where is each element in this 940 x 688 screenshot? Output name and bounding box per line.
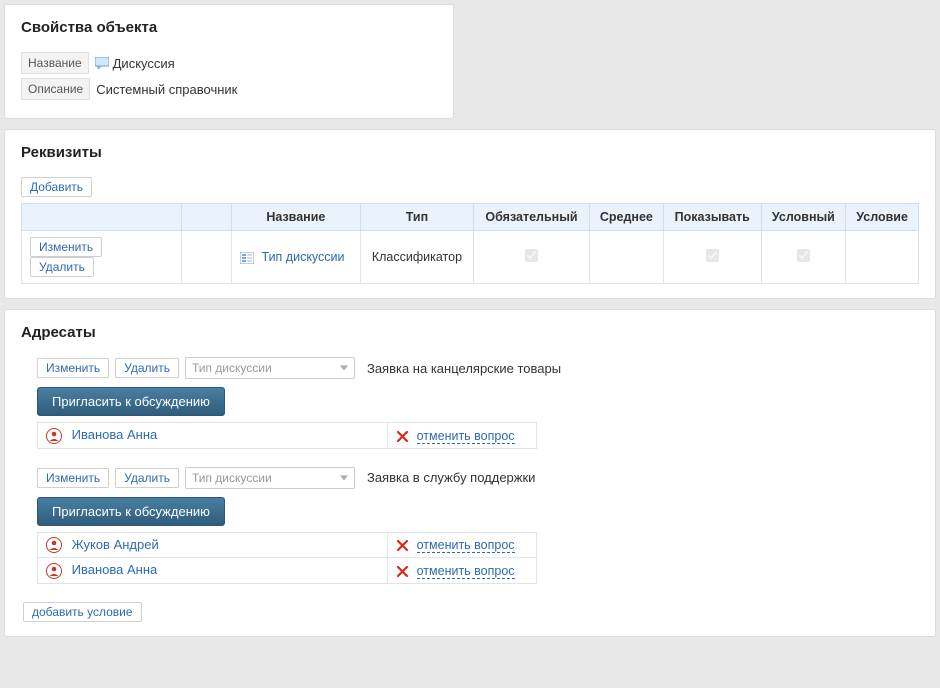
user-table: Жуков Андрей отменить вопрос Иванова Анн… bbox=[37, 532, 537, 584]
user-link[interactable]: Иванова Анна bbox=[72, 562, 158, 577]
user-table: Иванова Анна отменить вопрос bbox=[37, 422, 537, 449]
col-actions bbox=[22, 204, 182, 231]
cancel-question-link[interactable]: отменить вопрос bbox=[417, 564, 515, 579]
addressee-group: Изменить Удалить Тип дискуссии Заявка на… bbox=[37, 357, 919, 449]
add-button[interactable]: Добавить bbox=[21, 177, 92, 197]
object-properties-panel: Свойства объекта Название Дискуссия Опис… bbox=[4, 4, 454, 119]
user-link[interactable]: Жуков Андрей bbox=[72, 537, 159, 552]
invite-button[interactable]: Пригласить к обсуждению bbox=[37, 387, 225, 416]
edit-button[interactable]: Изменить bbox=[37, 468, 109, 488]
cancel-question-link[interactable]: отменить вопрос bbox=[417, 538, 515, 553]
conditional-checkbox bbox=[797, 249, 810, 262]
addressees-panel: Адресаты Изменить Удалить Тип дискуссии … bbox=[4, 309, 936, 637]
col-required: Обязательный bbox=[474, 204, 590, 231]
desc-label: Описание bbox=[21, 78, 90, 100]
avatar-icon bbox=[46, 428, 62, 444]
requisite-name-link[interactable]: Тип дискуссии bbox=[261, 250, 344, 264]
requisites-table: Название Тип Обязательный Среднее Показы… bbox=[21, 203, 919, 284]
name-value: Дискуссия bbox=[113, 56, 175, 71]
group-title: Заявка на канцелярские товары bbox=[367, 361, 561, 376]
properties-heading: Свойства объекта bbox=[21, 19, 437, 36]
user-link[interactable]: Иванова Анна bbox=[72, 427, 158, 442]
classifier-icon bbox=[240, 252, 254, 264]
property-row-description: Описание Системный справочник bbox=[21, 78, 437, 100]
addressee-group: Изменить Удалить Тип дискуссии Заявка в … bbox=[37, 467, 919, 584]
cancel-question-link[interactable]: отменить вопрос bbox=[417, 429, 515, 444]
user-row: Иванова Анна отменить вопрос bbox=[38, 423, 537, 449]
edit-button[interactable]: Изменить bbox=[30, 237, 102, 257]
cancel-icon bbox=[396, 565, 409, 578]
addressees-heading: Адресаты bbox=[21, 324, 919, 341]
col-conditional: Условный bbox=[761, 204, 846, 231]
requisites-panel: Реквизиты Добавить Название Тип Обязател… bbox=[4, 129, 936, 299]
user-row: Жуков Андрей отменить вопрос bbox=[38, 532, 537, 558]
delete-button[interactable]: Удалить bbox=[115, 468, 179, 488]
add-condition-button[interactable]: добавить условие bbox=[23, 602, 142, 622]
invite-button[interactable]: Пригласить к обсуждению bbox=[37, 497, 225, 526]
required-checkbox bbox=[525, 249, 538, 262]
discussion-type-dropdown[interactable]: Тип дискуссии bbox=[185, 467, 355, 489]
name-value-cell: Дискуссия bbox=[89, 53, 181, 74]
cancel-icon bbox=[396, 539, 409, 552]
discussion-type-dropdown[interactable]: Тип дискуссии bbox=[185, 357, 355, 379]
user-row: Иванова Анна отменить вопрос bbox=[38, 558, 537, 584]
property-row-name: Название Дискуссия bbox=[21, 52, 437, 74]
name-label: Название bbox=[21, 52, 89, 74]
col-show: Показывать bbox=[663, 204, 761, 231]
delete-button[interactable]: Удалить bbox=[30, 257, 94, 277]
edit-button[interactable]: Изменить bbox=[37, 358, 109, 378]
desc-value: Системный справочник bbox=[90, 79, 243, 100]
cancel-icon bbox=[396, 430, 409, 443]
avatar-icon bbox=[46, 563, 62, 579]
delete-button[interactable]: Удалить bbox=[115, 358, 179, 378]
col-name: Название bbox=[232, 204, 361, 231]
col-spacer bbox=[182, 204, 232, 231]
col-type: Тип bbox=[360, 204, 474, 231]
requisite-row: Изменить Удалить Тип дискуссии Классифик… bbox=[22, 231, 919, 284]
show-checkbox bbox=[706, 249, 719, 262]
col-average: Среднее bbox=[589, 204, 663, 231]
requisites-heading: Реквизиты bbox=[21, 144, 919, 161]
col-condition: Условие bbox=[846, 204, 919, 231]
requisite-type: Классификатор bbox=[360, 231, 474, 284]
group-title: Заявка в службу поддержки bbox=[367, 470, 535, 485]
avatar-icon bbox=[46, 537, 62, 553]
chat-icon bbox=[95, 57, 109, 69]
